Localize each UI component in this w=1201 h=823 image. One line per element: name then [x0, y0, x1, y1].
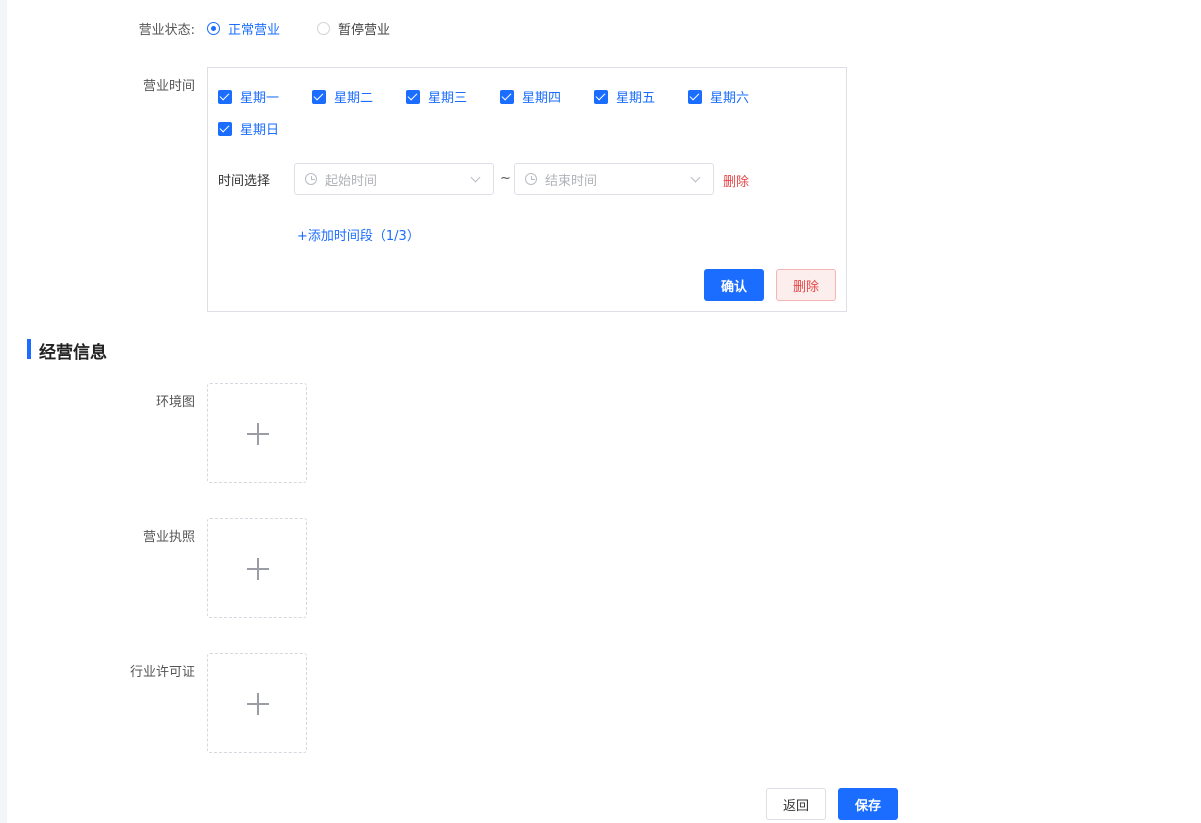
- checkbox-label: 星期二: [334, 91, 374, 106]
- checkbox-label: 星期四: [522, 91, 562, 106]
- save-button[interactable]: 保存: [838, 788, 898, 820]
- upload-business-license[interactable]: [207, 518, 307, 618]
- upload-label-business-license: 营业执照: [142, 530, 195, 545]
- delete-button[interactable]: 删除: [776, 269, 836, 301]
- checkbox-friday[interactable]: 星期五: [594, 87, 655, 106]
- back-button[interactable]: 返回: [766, 788, 826, 820]
- end-time-select[interactable]: 结束时间: [514, 163, 714, 195]
- time-select-label: 时间选择: [218, 174, 271, 189]
- plus-icon: [257, 423, 259, 445]
- checkbox-monday[interactable]: 星期一: [218, 87, 279, 106]
- section-accent-bar: [27, 339, 31, 359]
- checkbox-checked-icon: [218, 121, 232, 136]
- start-time-select[interactable]: 起始时间: [294, 163, 494, 195]
- checkbox-label: 星期日: [240, 123, 280, 138]
- clock-icon: [525, 173, 537, 185]
- remove-time-range-link[interactable]: 删除: [723, 171, 749, 190]
- upload-label-environment: 环境图: [155, 395, 195, 410]
- checkbox-label: 星期五: [616, 91, 656, 106]
- checkbox-thursday[interactable]: 星期四: [500, 87, 561, 106]
- upload-label-industry-permit: 行业许可证: [129, 665, 195, 680]
- add-time-range-link[interactable]: +添加时间段（1/3）: [297, 225, 420, 244]
- checkbox-checked-icon: [688, 89, 702, 104]
- radio-checked-icon: [207, 22, 220, 35]
- start-time-placeholder: 起始时间: [325, 173, 378, 189]
- checkbox-checked-icon: [218, 89, 232, 104]
- checkbox-label: 星期六: [710, 91, 750, 106]
- clock-icon: [305, 173, 317, 185]
- upload-industry-permit[interactable]: [207, 653, 307, 753]
- radio-normal-business[interactable]: 正常营业: [207, 19, 280, 38]
- checkbox-sunday[interactable]: 星期日: [218, 119, 279, 138]
- checkbox-tuesday[interactable]: 星期二: [312, 87, 373, 106]
- upload-environment-image[interactable]: [207, 383, 307, 483]
- chevron-down-icon: [470, 172, 481, 182]
- hours-label: 营业时间: [142, 79, 195, 94]
- hours-panel: 星期一 星期二 星期三 星期四 星期五 星期六 星期日 时间选择 起始时间 ~ …: [207, 67, 847, 312]
- time-range-separator: ~: [500, 171, 511, 186]
- checkbox-checked-icon: [312, 89, 326, 104]
- chevron-down-icon: [690, 172, 701, 182]
- checkbox-wednesday[interactable]: 星期三: [406, 87, 467, 106]
- checkbox-checked-icon: [500, 89, 514, 104]
- checkbox-checked-icon: [594, 89, 608, 104]
- confirm-button[interactable]: 确认: [704, 269, 764, 301]
- checkbox-checked-icon: [406, 89, 420, 104]
- checkbox-label: 星期三: [428, 91, 468, 106]
- radio-label: 暂停营业: [338, 23, 391, 38]
- checkbox-saturday[interactable]: 星期六: [688, 87, 749, 106]
- radio-unchecked-icon: [317, 22, 330, 35]
- section-title: 经营信息: [39, 343, 107, 363]
- radio-label: 正常营业: [228, 23, 281, 38]
- checkbox-label: 星期一: [240, 91, 280, 106]
- plus-icon: [257, 693, 259, 715]
- left-edge-strip: [0, 0, 7, 823]
- end-time-placeholder: 结束时间: [545, 173, 598, 189]
- status-label: 营业状态:: [138, 23, 195, 38]
- radio-paused-business[interactable]: 暂停营业: [317, 19, 390, 38]
- plus-icon: [257, 558, 259, 580]
